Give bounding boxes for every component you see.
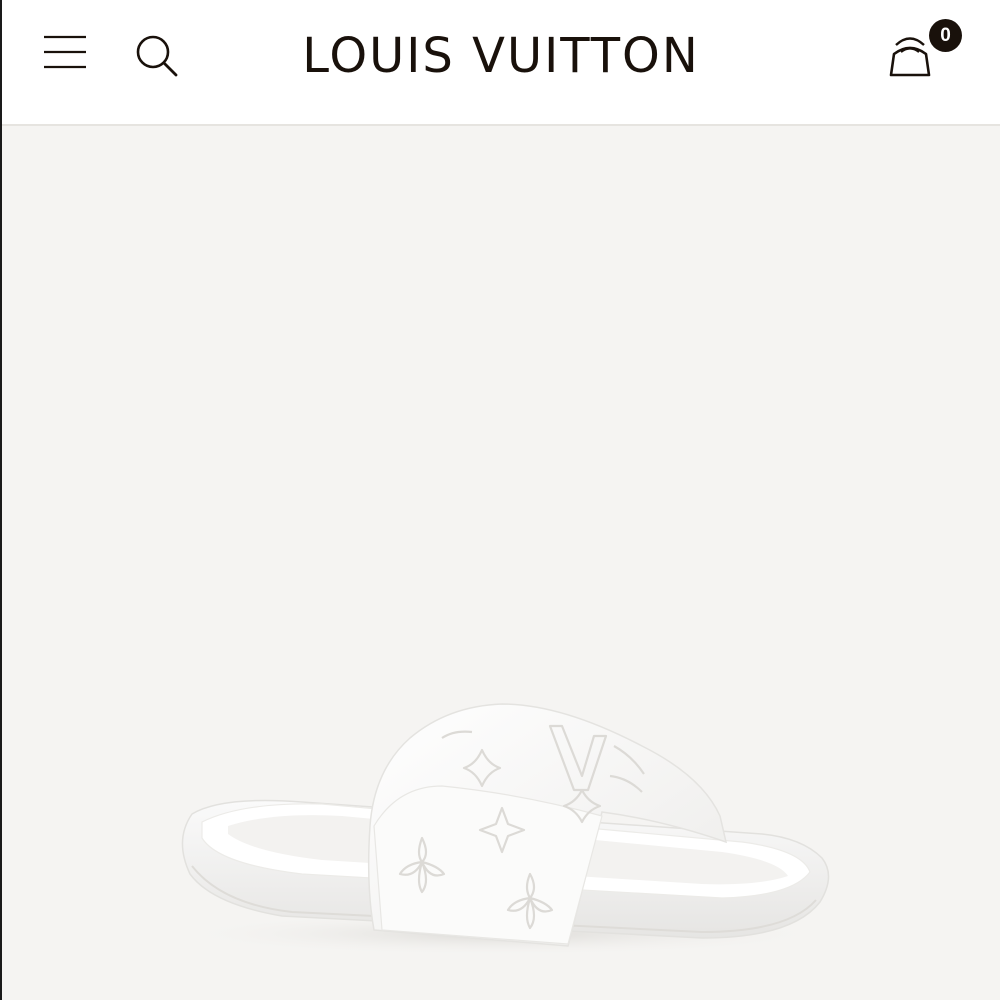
site-header: LOUIS VUITTON 0	[2, 0, 1000, 126]
brand-logo[interactable]: LOUIS VUITTON	[2, 28, 1000, 84]
cart-count-badge: 0	[929, 19, 962, 52]
product-image[interactable]	[2, 126, 1000, 1000]
product-hero	[2, 126, 1000, 1000]
page: LOUIS VUITTON 0	[0, 0, 1000, 1000]
